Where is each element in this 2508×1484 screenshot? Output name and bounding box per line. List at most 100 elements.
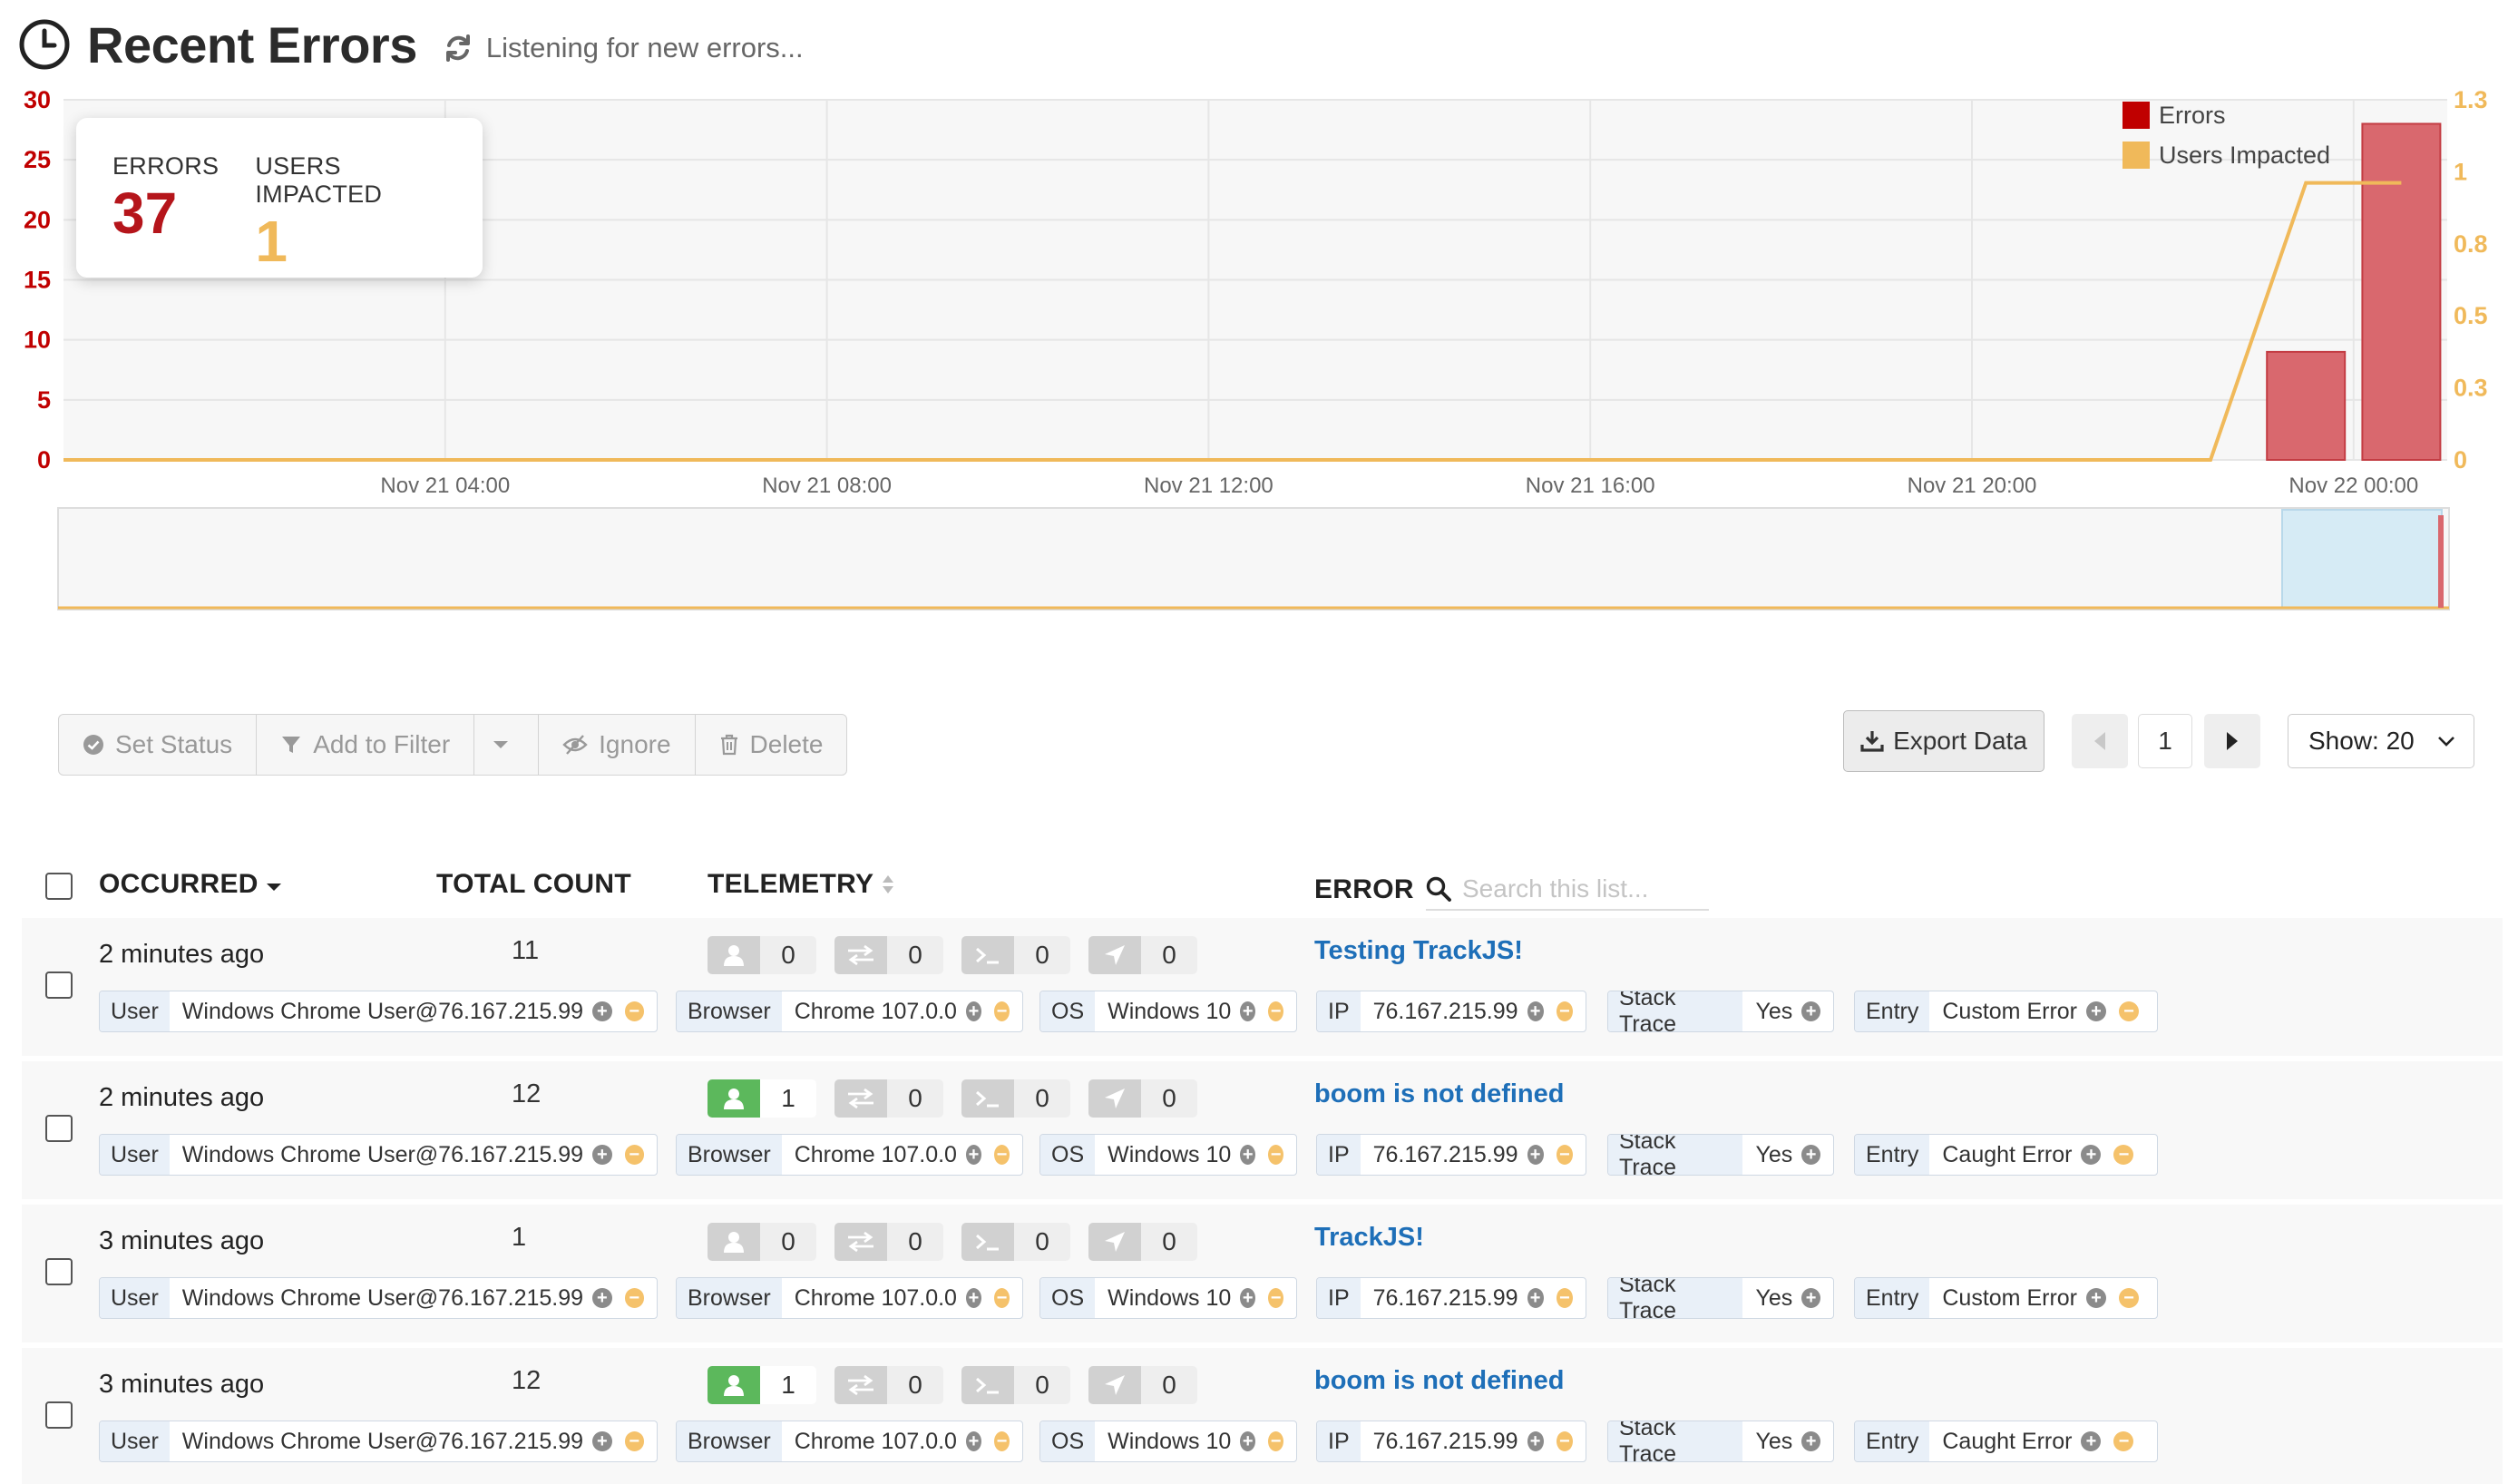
- exclude-filter-icon[interactable]: −: [1556, 1145, 1573, 1165]
- exclude-filter-icon[interactable]: −: [993, 1431, 1010, 1451]
- exclude-filter-icon[interactable]: −: [1268, 1145, 1283, 1165]
- telemetry-network[interactable]: 0: [834, 1223, 943, 1261]
- add-filter-icon[interactable]: +: [1527, 1288, 1544, 1308]
- refresh-icon[interactable]: [443, 33, 473, 63]
- caret-left-icon: [2094, 732, 2105, 750]
- select-all-checkbox[interactable]: [45, 873, 73, 900]
- exclude-filter-icon[interactable]: −: [624, 1145, 644, 1165]
- row-checkbox[interactable]: [45, 1115, 73, 1142]
- add-filter-icon[interactable]: +: [965, 1288, 981, 1308]
- telemetry-users[interactable]: 0: [708, 1223, 816, 1261]
- add-filter-icon[interactable]: +: [965, 1001, 981, 1021]
- add-filter-icon[interactable]: +: [2081, 1431, 2102, 1451]
- telemetry-network[interactable]: 0: [834, 1366, 943, 1404]
- add-filter-icon[interactable]: +: [1801, 1288, 1820, 1308]
- row-checkbox[interactable]: [45, 971, 73, 999]
- tag-user: User Windows Chrome User@76.167.215.99 +…: [99, 1277, 658, 1319]
- add-filter-icon[interactable]: +: [1240, 1001, 1256, 1021]
- add-filter-icon[interactable]: +: [1801, 1145, 1820, 1165]
- add-filter-icon[interactable]: +: [1527, 1145, 1544, 1165]
- export-data-button[interactable]: Export Data: [1843, 710, 2044, 772]
- add-filter-icon[interactable]: +: [2086, 1001, 2106, 1021]
- error-message-link[interactable]: boom is not defined: [1314, 1366, 1565, 1396]
- table-row[interactable]: 3 minutes ago 12 1 0 0 0 boom is not defi…: [22, 1348, 2503, 1484]
- filter-dropdown-button[interactable]: [474, 715, 540, 775]
- exclude-filter-icon[interactable]: −: [2113, 1431, 2134, 1451]
- telemetry-users[interactable]: 1: [708, 1366, 816, 1404]
- set-status-button[interactable]: Set Status: [59, 715, 258, 775]
- add-filter-icon[interactable]: +: [2081, 1145, 2102, 1165]
- occurred-header[interactable]: OCCURRED: [99, 869, 282, 900]
- add-filter-icon[interactable]: +: [965, 1431, 981, 1451]
- sort-icon: [883, 875, 894, 893]
- error-message-link[interactable]: TrackJS!: [1314, 1223, 1424, 1253]
- add-to-filter-button[interactable]: Add to Filter: [257, 715, 475, 775]
- ignore-button[interactable]: Ignore: [539, 715, 696, 775]
- exclude-filter-icon[interactable]: −: [1556, 1288, 1573, 1308]
- exclude-filter-icon[interactable]: −: [1268, 1288, 1283, 1308]
- table-header: OCCURRED TOTAL COUNT TELEMETRY ERROR: [0, 862, 2508, 913]
- add-filter-icon[interactable]: +: [965, 1145, 981, 1165]
- table-row[interactable]: 2 minutes ago 11 0 0 0 0 Testing TrackJS!…: [22, 918, 2503, 1056]
- add-filter-icon[interactable]: +: [592, 1288, 612, 1308]
- exclude-filter-icon[interactable]: −: [624, 1288, 644, 1308]
- telemetry-console[interactable]: 0: [961, 936, 1070, 974]
- telemetry-console[interactable]: 0: [961, 1366, 1070, 1404]
- tag-browser: Browser Chrome 107.0.0 + −: [676, 1277, 1023, 1319]
- exclude-filter-icon[interactable]: −: [993, 1001, 1010, 1021]
- add-filter-icon[interactable]: +: [1801, 1001, 1820, 1021]
- exclude-filter-icon[interactable]: −: [1556, 1431, 1573, 1451]
- terminal-icon: [961, 1366, 1014, 1404]
- telemetry-console[interactable]: 0: [961, 1223, 1070, 1261]
- telemetry-users[interactable]: 0: [708, 936, 816, 974]
- delete-button[interactable]: Delete: [696, 715, 847, 775]
- terminal-icon: [961, 1079, 1014, 1118]
- telemetry-console[interactable]: 0: [961, 1079, 1070, 1118]
- errors-stat: ERRORS 37: [112, 152, 219, 278]
- telemetry-network[interactable]: 0: [834, 1079, 943, 1118]
- search-input[interactable]: [1462, 874, 1707, 903]
- telemetry-navigation[interactable]: 0: [1088, 1223, 1197, 1261]
- add-filter-icon[interactable]: +: [2086, 1288, 2106, 1308]
- exclude-filter-icon[interactable]: −: [1268, 1431, 1283, 1451]
- exclude-filter-icon[interactable]: −: [624, 1001, 644, 1021]
- exclude-filter-icon[interactable]: −: [2119, 1001, 2139, 1021]
- add-filter-icon[interactable]: +: [592, 1001, 612, 1021]
- current-page[interactable]: 1: [2138, 714, 2192, 768]
- add-filter-icon[interactable]: +: [1240, 1431, 1256, 1451]
- error-message-link[interactable]: Testing TrackJS!: [1314, 936, 1523, 966]
- table-row[interactable]: 2 minutes ago 12 1 0 0 0 boom is not defi…: [22, 1061, 2503, 1199]
- page-size-select[interactable]: Show: 20: [2288, 714, 2474, 768]
- x-tick-label: Nov 21 12:00: [1144, 474, 1274, 498]
- error-bar: [2361, 122, 2442, 461]
- telemetry-header[interactable]: TELEMETRY: [708, 869, 895, 900]
- tag-os-value: Windows 10: [1108, 1428, 1232, 1454]
- exclude-filter-icon[interactable]: −: [624, 1431, 644, 1451]
- add-filter-icon[interactable]: +: [592, 1431, 612, 1451]
- exclude-filter-icon[interactable]: −: [2119, 1288, 2139, 1308]
- exclude-filter-icon[interactable]: −: [2113, 1145, 2134, 1165]
- exclude-filter-icon[interactable]: −: [1268, 1001, 1283, 1021]
- row-checkbox[interactable]: [45, 1258, 73, 1285]
- table-row[interactable]: 3 minutes ago 1 0 0 0 0 TrackJS! User Win…: [22, 1205, 2503, 1342]
- telemetry-network-count: 0: [887, 1079, 943, 1118]
- telemetry-navigation[interactable]: 0: [1088, 936, 1197, 974]
- add-filter-icon[interactable]: +: [1527, 1001, 1544, 1021]
- telemetry-network[interactable]: 0: [834, 936, 943, 974]
- add-filter-icon[interactable]: +: [1240, 1145, 1256, 1165]
- row-checkbox[interactable]: [45, 1401, 73, 1429]
- add-filter-icon[interactable]: +: [1240, 1288, 1256, 1308]
- add-filter-icon[interactable]: +: [1801, 1431, 1820, 1451]
- previous-page-button[interactable]: [2072, 714, 2128, 768]
- error-message-link[interactable]: boom is not defined: [1314, 1079, 1565, 1109]
- telemetry-navigation[interactable]: 0: [1088, 1079, 1197, 1118]
- exclude-filter-icon[interactable]: −: [993, 1145, 1010, 1165]
- exclude-filter-icon[interactable]: −: [993, 1288, 1010, 1308]
- telemetry-users[interactable]: 1: [708, 1079, 816, 1118]
- clock-icon: [19, 19, 70, 70]
- next-page-button[interactable]: [2204, 714, 2260, 768]
- add-filter-icon[interactable]: +: [1527, 1431, 1544, 1451]
- telemetry-navigation[interactable]: 0: [1088, 1366, 1197, 1404]
- exclude-filter-icon[interactable]: −: [1556, 1001, 1573, 1021]
- add-filter-icon[interactable]: +: [592, 1145, 612, 1165]
